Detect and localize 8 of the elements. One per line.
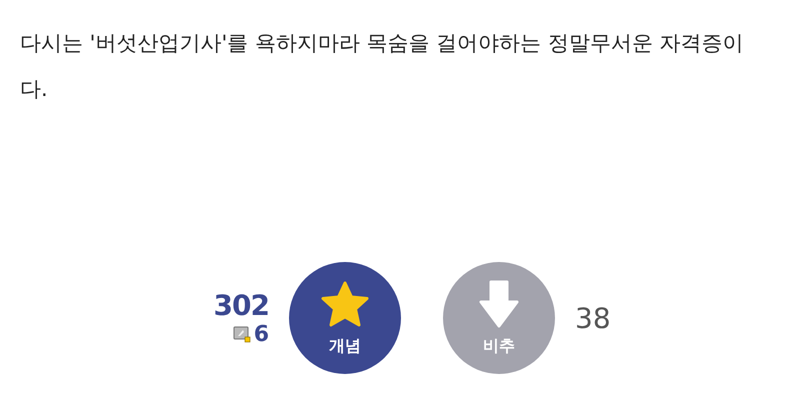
star-icon xyxy=(320,280,370,328)
upvote-count: 302 xyxy=(214,289,269,322)
downvote-count: 38 xyxy=(575,302,611,334)
upvote-button[interactable]: 개념 xyxy=(289,262,401,374)
fixed-user-icon xyxy=(232,326,251,343)
down-arrow-icon xyxy=(479,280,519,328)
post-text: 다시는 '버섯산업기사'를 욕하지마라 목숨을 걸어야하는 정말무서운 자격증이다. xyxy=(20,30,745,103)
fixed-count: 6 xyxy=(254,322,269,347)
